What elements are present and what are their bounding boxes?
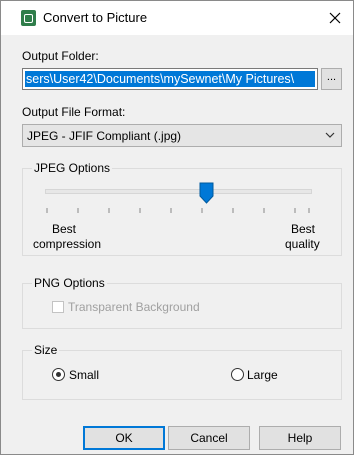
output-folder-label: Output Folder: xyxy=(22,49,99,63)
size-small-radio[interactable] xyxy=(52,368,65,381)
slider-left-label-line2: compression xyxy=(33,237,102,251)
app-icon xyxy=(21,10,36,26)
size-title: Size xyxy=(32,343,60,357)
slider-right-label-line2: quality xyxy=(285,237,320,251)
size-small-label: Small xyxy=(69,368,100,382)
slider-right-label-line1: Best xyxy=(291,222,316,236)
slider-left-label-line1: Best xyxy=(52,222,77,236)
quality-slider-thumb[interactable] xyxy=(199,182,214,204)
transparent-background-checkbox[interactable] xyxy=(52,301,64,313)
cancel-button[interactable]: Cancel xyxy=(168,426,250,450)
png-options-title: PNG Options xyxy=(32,276,107,290)
title-bar: Convert to Picture xyxy=(1,1,353,35)
size-large-radio[interactable] xyxy=(231,368,244,381)
quality-slider-track[interactable] xyxy=(45,189,312,194)
transparent-background-label: Transparent Background xyxy=(68,300,200,314)
chevron-down-icon xyxy=(325,132,335,138)
size-large-label: Large xyxy=(247,368,278,382)
ok-button[interactable]: OK xyxy=(83,426,165,450)
output-folder-input[interactable]: sers\User42\Documents\mySewnet\My Pictur… xyxy=(22,68,318,90)
radio-selected-dot xyxy=(56,372,61,377)
output-folder-value: sers\User42\Documents\mySewnet\My Pictur… xyxy=(25,71,315,87)
output-format-select[interactable]: JPEG - JFIF Compliant (.jpg) xyxy=(22,124,342,147)
jpeg-options-title: JPEG Options xyxy=(32,161,113,175)
output-format-value: JPEG - JFIF Compliant (.jpg) xyxy=(27,129,182,143)
output-format-label: Output File Format: xyxy=(22,105,126,119)
browse-button[interactable]: ... xyxy=(321,68,342,90)
help-button[interactable]: Help xyxy=(259,426,341,450)
window-title: Convert to Picture xyxy=(43,10,148,25)
close-icon[interactable] xyxy=(327,10,343,26)
convert-to-picture-dialog: Convert to Picture Output Folder: sers\U… xyxy=(0,0,354,455)
